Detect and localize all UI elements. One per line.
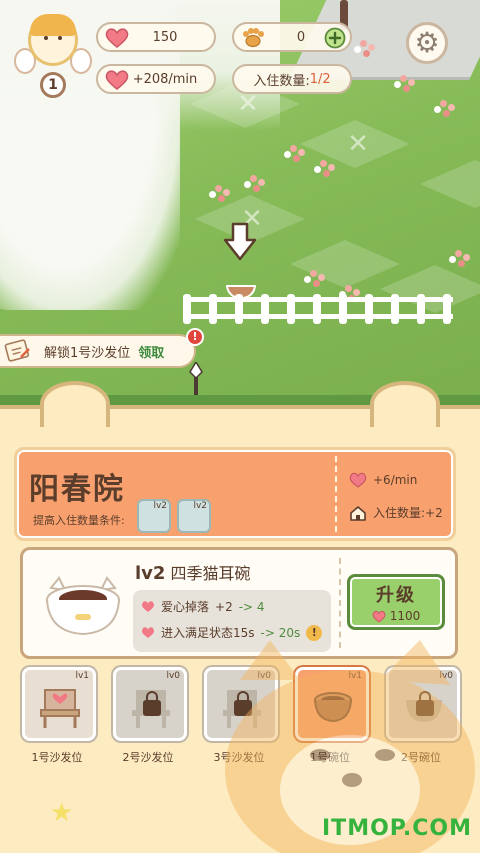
requirement-level: lv2 bbox=[193, 501, 207, 511]
slot-label: 1号沙发位 bbox=[31, 751, 83, 764]
plot-marker-icon: ✕ bbox=[347, 129, 369, 159]
slot-sofa-2[interactable]: lv0 bbox=[113, 667, 187, 741]
income-rate: +208/min bbox=[96, 64, 216, 94]
hearts-counter: 150 bbox=[96, 22, 216, 52]
watermark: ITMOP.COM bbox=[322, 816, 472, 841]
notification-badge: ! bbox=[186, 328, 204, 346]
requirement-level: lv2 bbox=[153, 501, 167, 511]
flower-icon bbox=[310, 270, 317, 277]
slot-sofa-1[interactable]: lv1 bbox=[22, 667, 96, 741]
upgrade-cost-value: 1100 bbox=[389, 609, 421, 623]
player-avatar[interactable]: 1 bbox=[14, 10, 92, 100]
claim-button[interactable]: 领取 bbox=[138, 342, 164, 361]
slot-level: lv0 bbox=[166, 671, 180, 681]
condition-label: 提高入住数量条件: bbox=[33, 514, 125, 527]
effect1-value: +2 bbox=[215, 599, 233, 614]
unlock-task-text: 解锁1号沙发位 bbox=[44, 345, 131, 361]
effect-satisfied: 进入满足状态15s -> 20s ! bbox=[141, 624, 323, 641]
house-icon bbox=[350, 505, 366, 521]
scroll-icon bbox=[4, 339, 30, 362]
yard-name: 阳春院 bbox=[29, 472, 125, 507]
empty-plot[interactable] bbox=[420, 160, 480, 208]
flower-icon bbox=[400, 75, 407, 82]
heart-icon bbox=[105, 28, 129, 48]
hood-icon bbox=[30, 14, 76, 36]
lock-icon bbox=[143, 691, 161, 716]
settings-gear-icon[interactable]: ⚙ bbox=[406, 22, 448, 64]
heart-icon bbox=[349, 472, 367, 488]
warning-icon[interactable]: ! bbox=[306, 624, 323, 641]
slot-level: lv1 bbox=[75, 671, 89, 681]
unlock-task-banner[interactable]: 解锁1号沙发位 领取 ! bbox=[0, 328, 204, 368]
empty-plot[interactable] bbox=[290, 240, 400, 288]
flower-icon bbox=[290, 145, 297, 152]
upgrade-label: 升级 bbox=[376, 585, 416, 606]
star-icon: ★ bbox=[50, 798, 74, 828]
heart-icon bbox=[105, 70, 129, 90]
residents-label: 入住数量: bbox=[253, 73, 310, 89]
residents-counter: 入住数量: 1/2 bbox=[232, 64, 352, 94]
heart-icon bbox=[372, 610, 386, 623]
bonus-residents: 入住数量:+2 bbox=[349, 504, 443, 521]
flower-icon bbox=[360, 40, 367, 47]
item-title: lv2 四季猫耳碗 bbox=[135, 560, 251, 584]
down-arrow-icon bbox=[223, 222, 257, 261]
bonus-rate: +6/min bbox=[349, 472, 417, 488]
effect1-label: 爱心掉落 bbox=[161, 600, 210, 614]
effect1-next: -> 4 bbox=[238, 599, 265, 614]
bonus-residents-value: 入住数量:+2 bbox=[373, 506, 443, 520]
yard-header: 阳春院 提高入住数量条件: lv2 lv2 +6/min 入住数量:+2 bbox=[14, 447, 456, 541]
paws-counter: 0 bbox=[232, 22, 352, 52]
effect-heart-drop: 爱心掉落 +2 -> 4 bbox=[141, 598, 265, 615]
requirement-item[interactable]: lv2 bbox=[177, 499, 211, 533]
residents-value: 1/2 bbox=[309, 71, 331, 87]
divider bbox=[335, 456, 337, 532]
player-level: 1 bbox=[40, 72, 66, 98]
flower-icon bbox=[320, 160, 327, 167]
upgrade-cost: 1100 bbox=[350, 609, 442, 623]
cat-ear-bowl-icon bbox=[46, 576, 120, 636]
paw-icon bbox=[243, 28, 264, 48]
flower-icon bbox=[455, 250, 462, 257]
heart-icon bbox=[141, 601, 155, 612]
flower-icon bbox=[215, 185, 222, 192]
bonus-rate-value: +6/min bbox=[373, 473, 418, 487]
flower-icon bbox=[250, 175, 257, 182]
heart-icon bbox=[141, 627, 155, 638]
upgrade-button[interactable]: 升级 1100 bbox=[347, 574, 445, 630]
eye bbox=[58, 36, 62, 40]
item-level: lv2 bbox=[135, 563, 166, 584]
effect2-next: -> 20s bbox=[260, 625, 301, 640]
slot-label: 2号沙发位 bbox=[122, 751, 174, 764]
chair-icon bbox=[40, 689, 80, 728]
add-paws-icon[interactable] bbox=[324, 27, 346, 49]
divider bbox=[339, 558, 341, 648]
item-name: 四季猫耳碗 bbox=[170, 564, 251, 583]
flower-icon bbox=[345, 285, 352, 292]
eye bbox=[44, 36, 48, 40]
effect2-label: 进入满足状态15s bbox=[161, 626, 255, 640]
fence bbox=[183, 294, 453, 324]
requirement-item[interactable]: lv2 bbox=[137, 499, 171, 533]
flower-icon bbox=[440, 100, 447, 107]
